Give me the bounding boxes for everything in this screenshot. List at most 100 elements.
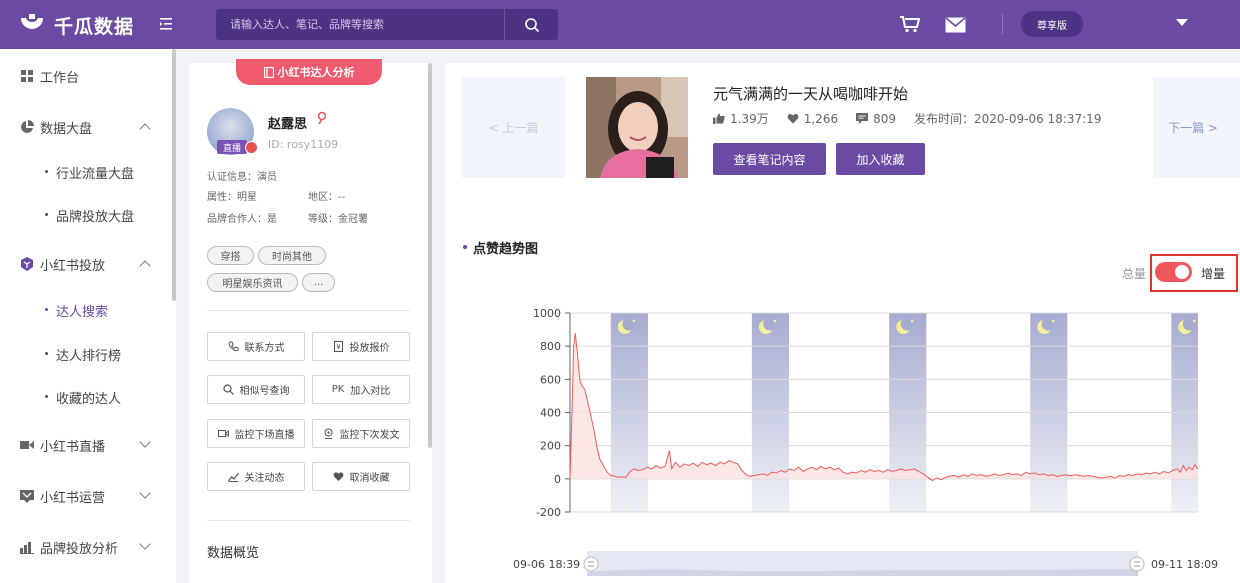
y-tick-label: -200 [536,506,561,519]
verified-icon [245,141,258,154]
phone-icon [227,341,238,352]
search-input[interactable] [216,9,504,40]
monitor-live-button[interactable]: 监控下场直播 [207,419,305,448]
cover-photo [586,77,688,178]
post-title: 元气满满的一天从喝咖啡开始 [713,85,909,103]
nav-xhs-live[interactable]: 小红书直播 [0,427,172,463]
y-tick-label: 800 [540,340,561,353]
likes-trend-chart[interactable]: 1000 800 600 400 200 0 -200 09-06 18:39 09-11 … [500,300,1230,583]
video-icon [217,429,229,438]
y-tick-label: 600 [540,373,561,386]
chevron-up-icon [139,260,151,272]
button-label: 关注动态 [244,473,285,484]
price-tag-icon: ¥ [333,341,343,352]
profile-tab[interactable]: 小红书达人分析 [236,59,382,85]
live-badge[interactable]: 直播 [217,140,247,154]
add-favorite-button[interactable]: 加入收藏 [836,143,925,175]
pin-icon[interactable] [316,111,328,125]
y-tick-label: 200 [540,440,561,453]
nav-xhs-ops[interactable]: 小红书运营 [0,478,172,514]
nav-xhs-placement[interactable]: 小红书投放 [0,246,172,282]
nav-label: 达人搜索 [56,304,109,320]
nav-brand-analysis[interactable]: 品牌投放分析 [0,529,172,565]
tag[interactable]: 时尚其他 [258,246,326,265]
post-stats: 1.39万 1,266 809 发布时间：2020-09-06 18:37:19 [713,110,1101,127]
search-icon [222,384,234,395]
svg-text:¥: ¥ [336,343,341,351]
divider [207,520,410,521]
nav-industry-traffic[interactable]: 行业流量大盘 [0,155,172,189]
profile-tab-label: 小红书达人分析 [277,66,355,79]
toggle-knob[interactable] [1175,265,1189,279]
pie-chart-icon [21,120,34,133]
y-tick-label: 1000 [533,307,561,320]
nav-saved-kol[interactable]: 收藏的达人 [0,380,172,414]
nav-brand-placement[interactable]: 品牌投放大盘 [0,198,172,232]
profile-scrollbar[interactable] [428,63,432,448]
range-handle-start[interactable] [583,556,599,572]
tier-badge[interactable]: 尊享版 [1021,11,1083,37]
sidebar-scrollbar[interactable] [172,49,176,301]
menu-collapse-icon[interactable] [158,14,178,34]
toggle-label-increment[interactable]: 增量 [1201,265,1225,282]
search-button[interactable] [504,9,558,40]
y-tick-label: 400 [540,407,561,420]
unfavorite-button[interactable]: 取消收藏 [312,462,410,491]
button-label: 加入对比 [350,386,391,397]
tag-more[interactable]: ... [302,273,335,292]
series-area [570,332,1198,481]
similar-search-button[interactable]: 相似号查询 [207,375,305,404]
button-label: 相似号查询 [239,386,290,397]
compare-button[interactable]: PK 加入对比 [312,375,410,404]
bar-chart-icon [20,542,34,554]
chevron-down-icon [139,487,151,499]
user-dropdown-icon[interactable] [1176,19,1188,26]
cart-icon[interactable] [899,15,921,33]
nav-label: 收藏的达人 [56,391,122,407]
button-label: 监控下次发文 [339,430,400,441]
nav-label: 达人排行榜 [56,348,122,364]
pk-icon: PK [331,384,345,395]
nav-kol-ranking[interactable]: 达人排行榜 [0,337,172,371]
chevron-down-icon [139,436,151,448]
range-start-label: 09-06 18:39 [513,558,580,571]
nav-label: 小红书运营 [40,490,106,506]
contact-button[interactable]: 联系方式 [207,332,305,361]
toggle-label-total[interactable]: 总量 [1122,265,1146,282]
range-handle-end[interactable] [1129,556,1145,572]
app-name: 千瓜数据 [54,16,135,38]
prev-post-button[interactable]: < 上一篇 [462,77,565,178]
series-line [569,332,1199,482]
book-icon [263,66,274,78]
app-logo[interactable]: 千瓜数据 [18,12,134,39]
attr-info: 属性：明星 [207,192,257,203]
button-label: 监控下场直播 [234,430,295,441]
cert-info: 认证信息：演员 [207,172,277,183]
monitor-post-button[interactable]: 监控下次发文 [312,419,410,448]
nav-label: 品牌投放分析 [40,541,119,557]
video-icon [20,441,34,449]
post-cover-image[interactable] [586,77,688,178]
logo-icon [21,13,43,29]
button-label: 投放报价 [349,343,390,354]
nav-label: 小红书直播 [40,439,106,455]
nav-kol-search[interactable]: 达人搜索 [0,293,172,327]
section-marker [463,245,467,249]
tag[interactable]: 明星娱乐资讯 [207,273,298,292]
nav-label: 工作台 [40,70,80,86]
likes-count: 1.39万 [730,112,769,126]
kol-id: ID: rosy1109 [268,138,339,151]
nav-data-overview[interactable]: 数据大盘 [0,109,172,145]
nav-label: 品牌投放大盘 [56,209,135,225]
overview-title: 数据概览 [207,546,260,561]
next-post-button[interactable]: 下一篇 > [1153,77,1240,178]
chevron-down-icon [139,538,151,550]
mail-icon[interactable] [945,17,966,33]
quote-button[interactable]: ¥ 投放报价 [312,332,410,361]
tag[interactable]: 穿搭 [207,246,254,265]
cube-icon [21,257,33,271]
view-post-button[interactable]: 查看笔记内容 [713,143,826,175]
follow-updates-button[interactable]: 关注动态 [207,462,305,491]
nav-workbench[interactable]: 工作台 [0,58,172,94]
kol-name: 赵露思 [268,117,308,132]
